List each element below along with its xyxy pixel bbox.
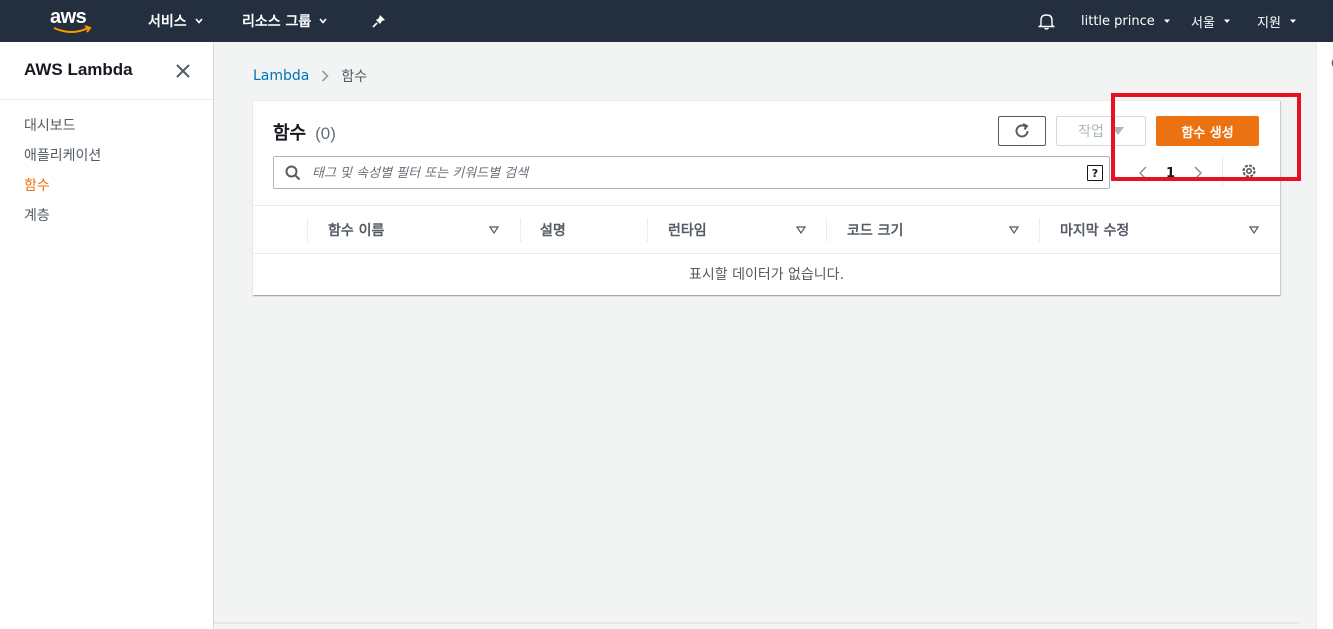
chevron-right-icon: [322, 70, 329, 82]
actions-label: 작업: [1078, 124, 1104, 140]
chevron-down-icon: [195, 18, 203, 24]
column-separator: [1039, 218, 1040, 242]
column-header-last-modified[interactable]: 마지막 수정: [1060, 218, 1129, 242]
search-icon: [285, 165, 301, 181]
horizontal-scrollbar[interactable]: [214, 622, 1299, 624]
resource-groups-label: 리소스 그룹: [242, 14, 312, 30]
breadcrumb-current: 함수: [341, 69, 368, 85]
refresh-button[interactable]: [998, 116, 1046, 146]
sort-icon[interactable]: [796, 226, 806, 234]
pin-button[interactable]: [372, 0, 386, 42]
panel-title: 함수 (0): [273, 119, 336, 145]
resource-groups-menu[interactable]: 리소스 그룹: [242, 0, 327, 42]
user-menu[interactable]: little prince: [1081, 0, 1171, 42]
search-input[interactable]: [312, 163, 1072, 183]
table-header: 함수 이름 설명 런타임 코드 크기 마지막 수정: [253, 205, 1280, 254]
sidebar: AWS Lambda 대시보드 애플리케이션 함수 계층: [0, 42, 214, 629]
chevron-down-icon: [319, 18, 327, 24]
caret-down-icon: [1223, 19, 1230, 23]
highlight-box: [1111, 93, 1301, 181]
column-separator: [647, 218, 648, 242]
user-label: little prince: [1081, 13, 1155, 29]
sort-icon[interactable]: [1249, 226, 1259, 234]
column-separator: [826, 218, 827, 242]
search-box: ?: [273, 156, 1110, 189]
column-separator: [307, 218, 308, 242]
function-count: (0): [315, 124, 336, 143]
sidebar-item-functions[interactable]: 함수: [24, 175, 50, 195]
right-rail: [1316, 42, 1333, 629]
help-icon[interactable]: ?: [1087, 165, 1103, 181]
notifications-button[interactable]: [1038, 0, 1055, 42]
refresh-icon: [1015, 123, 1029, 138]
breadcrumb-lambda-link[interactable]: Lambda: [253, 68, 309, 84]
close-icon[interactable]: [174, 62, 192, 80]
caret-down-icon: [1163, 19, 1170, 23]
services-menu[interactable]: 서비스: [148, 0, 203, 42]
top-nav: aws 서비스 리소스 그룹 little prince 서울 지원: [0, 0, 1333, 42]
column-separator: [520, 218, 521, 242]
caret-down-icon: [1289, 19, 1296, 23]
sort-icon[interactable]: [1009, 226, 1019, 234]
sidebar-item-layers[interactable]: 계층: [24, 205, 50, 225]
region-label: 서울: [1191, 15, 1215, 31]
sidebar-item-dashboard[interactable]: 대시보드: [24, 115, 76, 135]
column-header-runtime[interactable]: 런타임: [668, 218, 707, 242]
sidebar-title: AWS Lambda: [24, 60, 133, 79]
breadcrumb: Lambda 함수: [253, 66, 367, 86]
support-label: 지원: [1257, 15, 1281, 31]
pin-icon: [372, 15, 385, 28]
column-header-function-name[interactable]: 함수 이름: [328, 218, 384, 242]
bell-icon: [1038, 14, 1055, 30]
panel-title-text: 함수: [273, 123, 307, 143]
support-menu[interactable]: 지원: [1257, 0, 1297, 42]
sort-icon[interactable]: [489, 226, 499, 234]
sidebar-divider: [0, 99, 213, 100]
empty-table-message: 표시할 데이터가 없습니다.: [688, 267, 845, 283]
smile-icon: [53, 25, 92, 33]
column-header-description[interactable]: 설명: [540, 218, 566, 242]
column-header-code-size[interactable]: 코드 크기: [847, 218, 903, 242]
region-menu[interactable]: 서울: [1191, 0, 1231, 42]
services-label: 서비스: [148, 14, 187, 30]
aws-logo[interactable]: aws: [50, 6, 96, 36]
sidebar-item-applications[interactable]: 애플리케이션: [24, 145, 101, 165]
info-panel-icon[interactable]: [1329, 56, 1333, 70]
